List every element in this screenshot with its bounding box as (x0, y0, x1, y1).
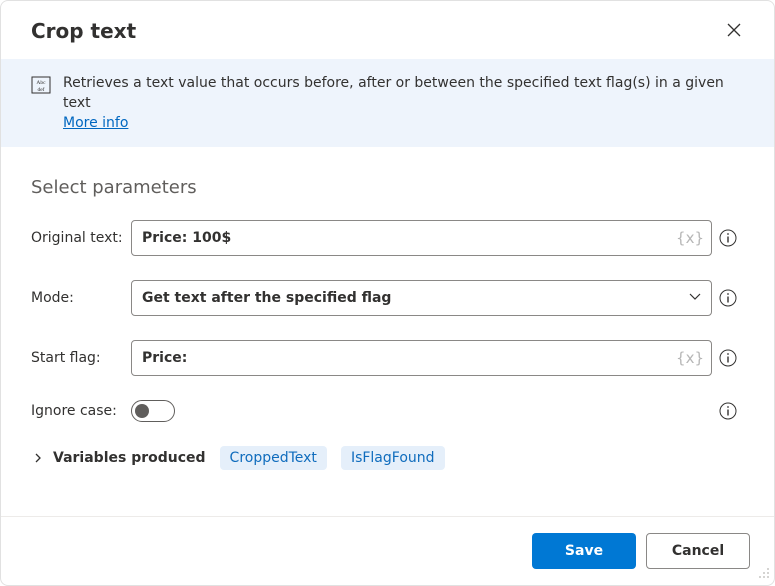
mode-label: Mode: (31, 290, 131, 306)
dialog-title: Crop text (31, 19, 136, 43)
save-button[interactable]: Save (532, 533, 636, 569)
svg-text:def: def (37, 86, 44, 93)
original-text-field-wrap: {x} (131, 220, 712, 256)
dialog-body: Select parameters Original text: {x} Mod… (1, 147, 774, 516)
start-flag-field-wrap: {x} (131, 340, 712, 376)
close-icon (727, 23, 741, 40)
ignore-case-toggle[interactable] (131, 400, 175, 422)
info-icon (719, 289, 737, 307)
start-flag-help-button[interactable] (719, 349, 737, 367)
dialog-header: Crop text (1, 1, 774, 59)
row-ignore-case: Ignore case: (31, 400, 744, 422)
more-info-link[interactable]: More info (63, 115, 128, 131)
svg-text:Abc: Abc (36, 80, 46, 86)
toggle-knob (135, 404, 149, 418)
variable-chip-croppedtext[interactable]: CroppedText (220, 446, 327, 470)
variables-produced-row[interactable]: Variables produced CroppedText IsFlagFou… (31, 446, 744, 470)
ignore-case-label: Ignore case: (31, 403, 131, 419)
ignore-case-help-button[interactable] (719, 402, 737, 420)
resize-grip-icon[interactable] (758, 567, 770, 583)
dialog-footer: Save Cancel (1, 516, 774, 585)
mode-field-wrap: Get text after the specified flag (131, 280, 712, 316)
mode-help-button[interactable] (719, 289, 737, 307)
abc-def-icon: Abc def (31, 75, 51, 95)
close-button[interactable] (718, 15, 750, 47)
row-mode: Mode: Get text after the specified flag (31, 280, 744, 316)
row-start-flag: Start flag: {x} (31, 340, 744, 376)
info-icon (719, 349, 737, 367)
banner-text-wrap: Retrieves a text value that occurs befor… (63, 73, 744, 133)
ignore-case-field-wrap (131, 400, 712, 422)
info-icon (719, 402, 737, 420)
info-icon (719, 229, 737, 247)
variables-produced-label: Variables produced (53, 450, 206, 466)
start-flag-label: Start flag: (31, 350, 131, 366)
original-text-help-button[interactable] (719, 229, 737, 247)
description-banner: Abc def Retrieves a text value that occu… (1, 59, 774, 147)
original-text-label: Original text: (31, 230, 131, 246)
cancel-button[interactable]: Cancel (646, 533, 750, 569)
original-text-input[interactable] (131, 220, 712, 256)
banner-description: Retrieves a text value that occurs befor… (63, 75, 724, 111)
mode-select[interactable]: Get text after the specified flag (131, 280, 712, 316)
start-flag-input[interactable] (131, 340, 712, 376)
chevron-right-icon (31, 451, 45, 465)
variable-chip-isflagfound[interactable]: IsFlagFound (341, 446, 445, 470)
crop-text-dialog: Crop text Abc def Retrieves a text value… (0, 0, 775, 586)
section-title: Select parameters (31, 177, 744, 198)
row-original-text: Original text: {x} (31, 220, 744, 256)
